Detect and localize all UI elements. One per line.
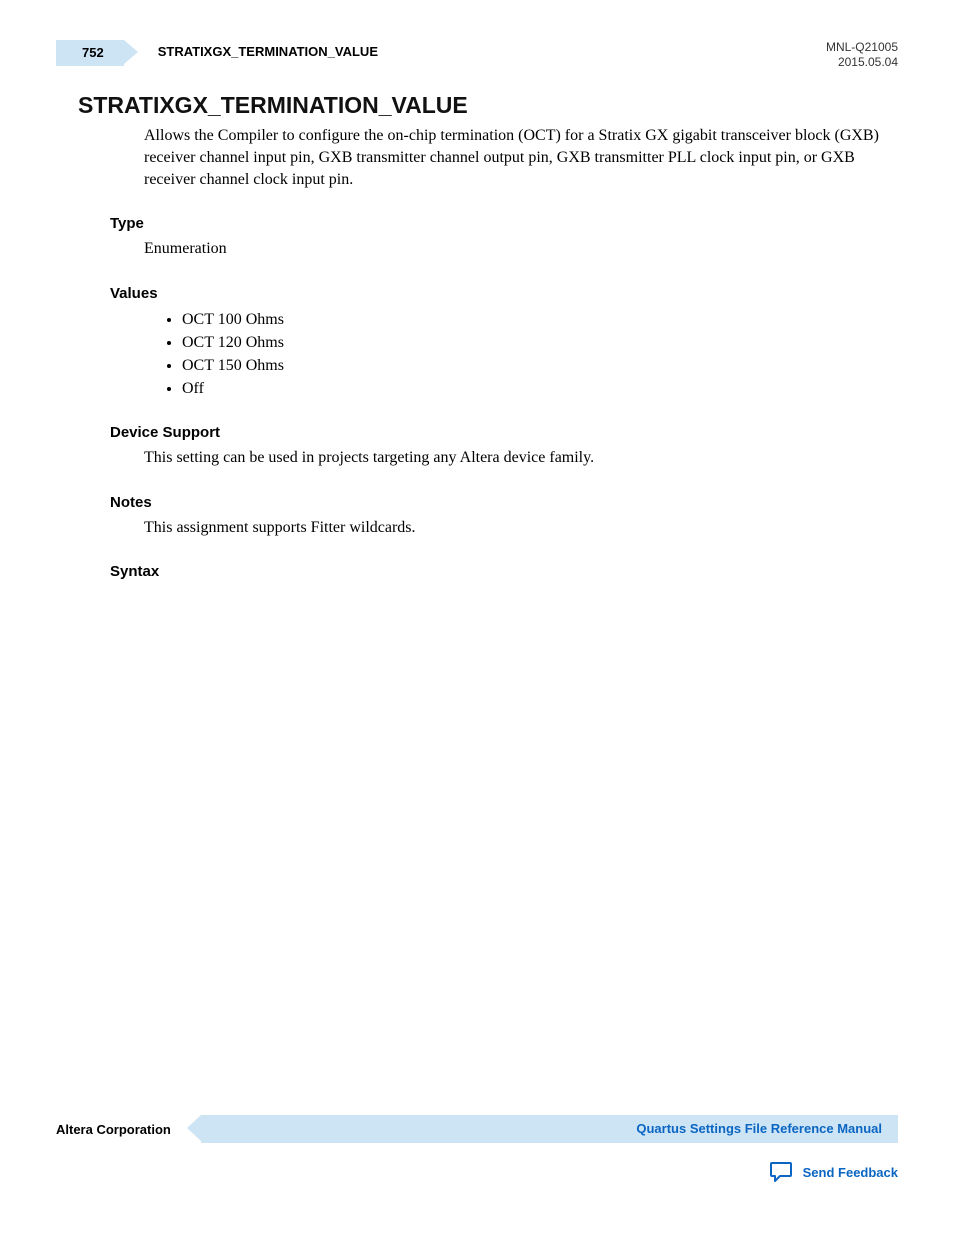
list-item: OCT 150 Ohms <box>182 354 898 377</box>
list-item: OCT 100 Ohms <box>182 308 898 331</box>
syntax-label: Syntax <box>110 563 898 580</box>
type-label: Type <box>110 215 898 232</box>
device-support-body: This setting can be used in projects tar… <box>144 447 898 469</box>
document-date: 2015.05.04 <box>826 55 898 70</box>
list-item: Off <box>182 377 898 400</box>
footer-bar: Altera Corporation Quartus Settings File… <box>56 1115 898 1143</box>
page-title: STRATIXGX_TERMINATION_VALUE <box>78 92 898 119</box>
notes-label: Notes <box>110 494 898 511</box>
values-label: Values <box>110 285 898 302</box>
page-number-ribbon: 752 <box>56 40 124 66</box>
page-footer: Altera Corporation Quartus Settings File… <box>56 1115 898 1183</box>
page-number: 752 <box>82 45 104 60</box>
notes-body: This assignment supports Fitter wildcard… <box>144 517 898 539</box>
page-header: 752 STRATIXGX_TERMINATION_VALUE MNL-Q210… <box>56 40 898 70</box>
header-meta: MNL-Q21005 2015.05.04 <box>826 40 898 70</box>
values-list: OCT 100 Ohms OCT 120 Ohms OCT 150 Ohms O… <box>164 308 898 401</box>
running-title: STRATIXGX_TERMINATION_VALUE <box>158 40 378 59</box>
type-body: Enumeration <box>144 238 898 260</box>
company-name: Altera Corporation <box>56 1122 171 1137</box>
list-item: OCT 120 Ohms <box>182 331 898 354</box>
document-id: MNL-Q21005 <box>826 40 898 55</box>
feedback-row: Send Feedback <box>56 1161 898 1183</box>
page-container: 752 STRATIXGX_TERMINATION_VALUE MNL-Q210… <box>0 0 954 626</box>
manual-link[interactable]: Quartus Settings File Reference Manual <box>636 1121 882 1136</box>
device-support-label: Device Support <box>110 424 898 441</box>
comment-icon <box>769 1161 793 1183</box>
intro-paragraph: Allows the Compiler to configure the on-… <box>144 125 898 191</box>
footer-ribbon: Quartus Settings File Reference Manual <box>201 1115 898 1143</box>
send-feedback-link[interactable]: Send Feedback <box>803 1165 898 1180</box>
